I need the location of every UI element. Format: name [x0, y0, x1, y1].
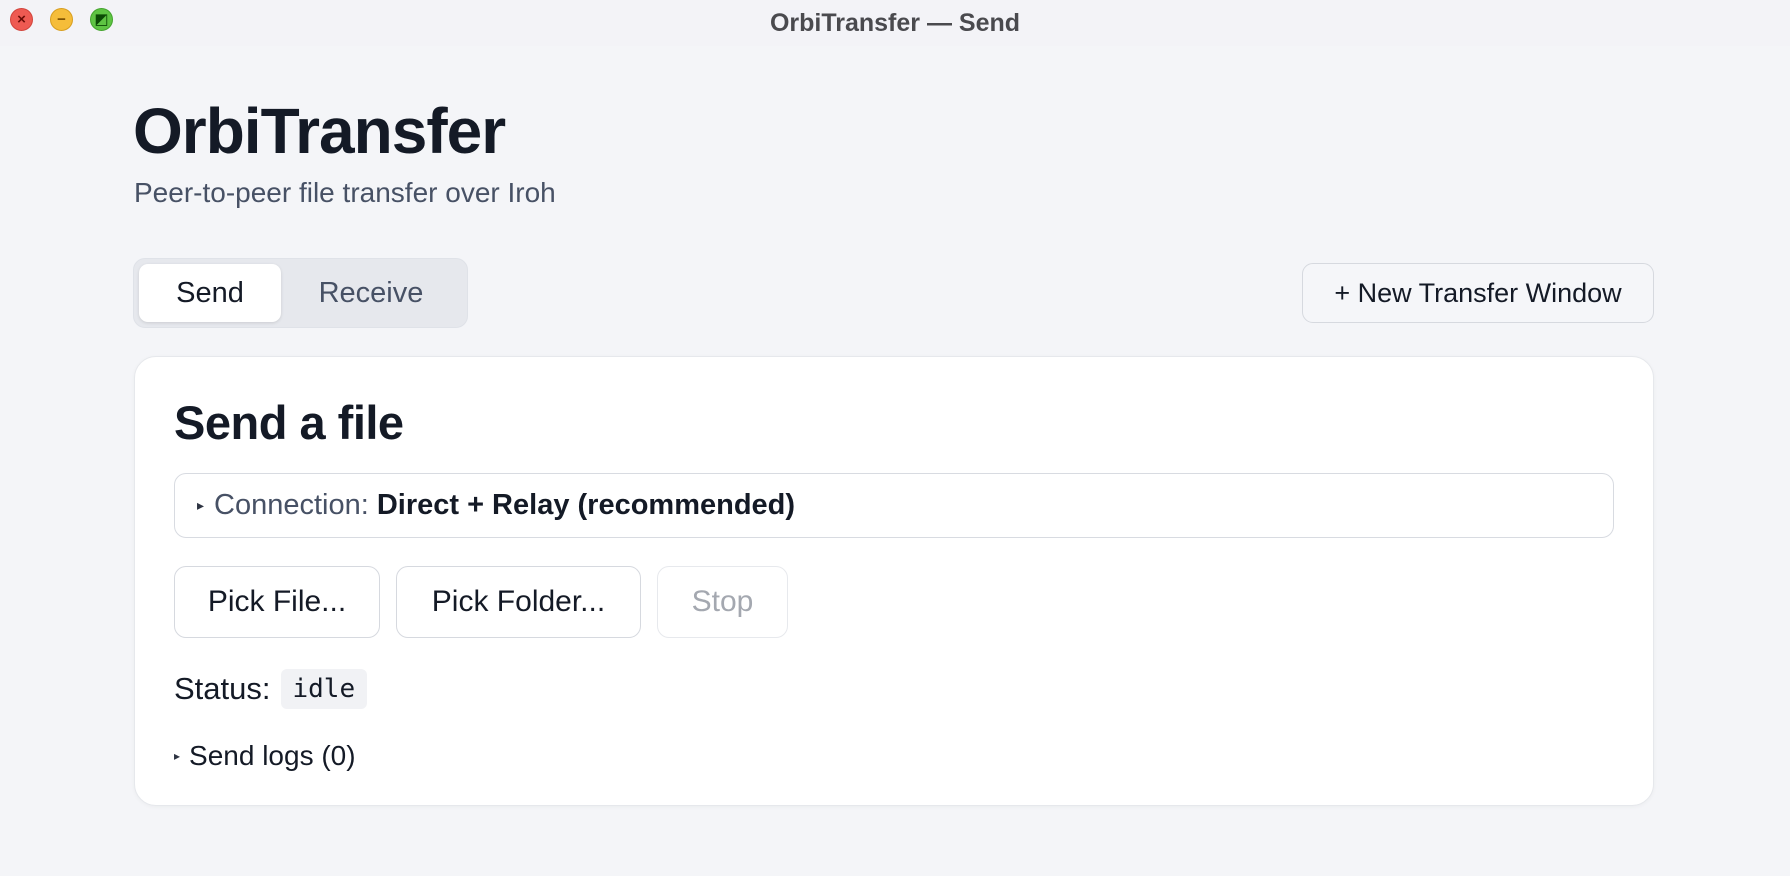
- tab-send[interactable]: Send: [139, 264, 281, 322]
- tab-receive[interactable]: Receive: [281, 264, 461, 322]
- card-title: Send a file: [174, 396, 404, 449]
- send-logs-label: Send logs (0): [189, 740, 356, 771]
- close-icon: ×: [17, 11, 26, 28]
- minimize-icon: −: [57, 11, 66, 28]
- window-title: OrbiTransfer — Send: [769, 8, 1021, 37]
- stop-button[interactable]: Stop: [657, 566, 788, 638]
- mode-tabs: Send Receive: [133, 258, 468, 328]
- pick-file-button[interactable]: Pick File...: [174, 566, 380, 638]
- send-card: Send a file ▸ Connection: Direct + Relay…: [134, 356, 1654, 806]
- status-line: Status: idle: [174, 669, 368, 709]
- action-buttons: Pick File... Pick Folder... Stop: [174, 566, 788, 638]
- status-value: idle: [280, 669, 368, 709]
- app-title: OrbiTransfer: [133, 95, 506, 167]
- disclosure-triangle-icon: ▸: [197, 497, 205, 513]
- window-controls: × − ◩: [10, 8, 113, 31]
- pick-folder-button[interactable]: Pick Folder...: [396, 566, 641, 638]
- status-label: Status:: [174, 671, 271, 706]
- send-logs-disclosure[interactable]: ▸ Send logs (0): [174, 740, 356, 772]
- connection-disclosure[interactable]: ▸ Connection: Direct + Relay (recommende…: [174, 473, 1614, 538]
- disclosure-triangle-icon: ▸: [174, 749, 181, 763]
- connection-value: Direct + Relay (recommended): [376, 489, 796, 521]
- fullscreen-icon: ◩: [94, 11, 109, 28]
- connection-label: Connection:: [214, 489, 369, 521]
- new-transfer-window-button[interactable]: + New Transfer Window: [1302, 263, 1654, 323]
- app-subtitle: Peer-to-peer file transfer over Iroh: [134, 177, 556, 208]
- close-window-button[interactable]: ×: [10, 8, 33, 31]
- title-bar: × − ◩ OrbiTransfer — Send: [0, 0, 1790, 46]
- maximize-window-button[interactable]: ◩: [90, 8, 113, 31]
- minimize-window-button[interactable]: −: [50, 8, 73, 31]
